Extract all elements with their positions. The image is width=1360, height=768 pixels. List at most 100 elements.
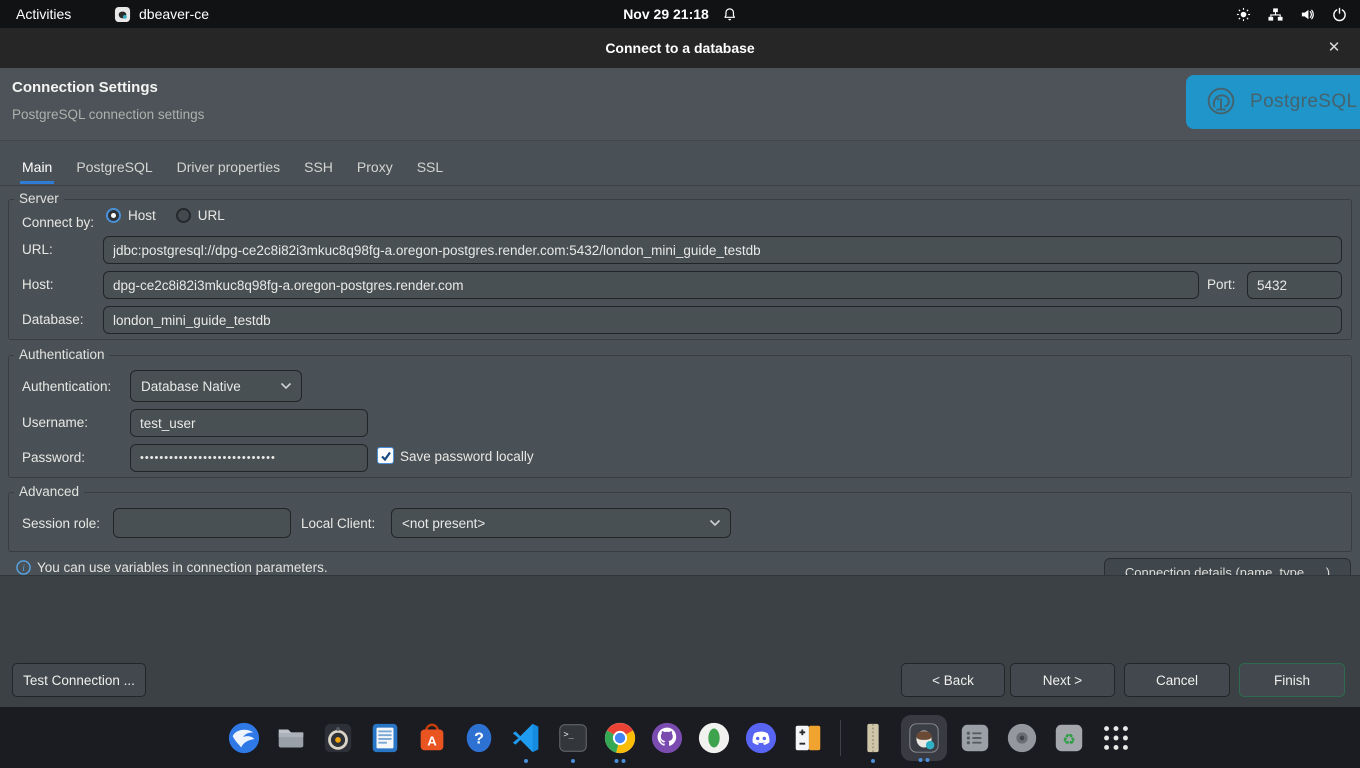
host-input[interactable] xyxy=(103,271,1199,299)
postgresql-elephant-icon xyxy=(1202,83,1240,121)
tab-proxy[interactable]: Proxy xyxy=(355,159,395,184)
port-input[interactable] xyxy=(1247,271,1342,299)
clock-label: Nov 29 21:18 xyxy=(623,6,709,22)
clock-button[interactable]: Nov 29 21:18 xyxy=(623,0,737,28)
authentication-group-label: Authentication xyxy=(14,347,110,362)
bell-icon xyxy=(722,7,737,22)
database-label: Database: xyxy=(22,312,84,327)
connection-details-button[interactable]: Connection details (name, type, ... ) xyxy=(1104,558,1351,575)
port-label: Port: xyxy=(1207,277,1236,292)
server-group-label: Server xyxy=(14,191,64,206)
dialog-button-bar: Test Connection ... < Back Next > Cancel… xyxy=(0,575,1360,707)
postgresql-logo: PostgreSQL xyxy=(1186,75,1360,129)
radio-url-label: URL xyxy=(198,208,225,223)
dock-icon-recycle-app[interactable]: ♻ xyxy=(1050,719,1088,757)
tab-main[interactable]: Main xyxy=(20,159,54,184)
chevron-down-icon xyxy=(709,519,721,527)
svg-text:A: A xyxy=(427,733,437,748)
volume-icon xyxy=(1300,7,1315,22)
app-menu-label: dbeaver-ce xyxy=(139,6,209,22)
brightness-icon xyxy=(1236,7,1251,22)
svg-text:♻: ♻ xyxy=(1062,731,1076,748)
radio-host[interactable] xyxy=(106,208,121,223)
tab-bar: Main PostgreSQL Driver properties SSH Pr… xyxy=(0,141,1360,186)
dock-separator xyxy=(840,720,841,756)
authentication-select-value: Database Native xyxy=(141,379,241,394)
radio-host-label: Host xyxy=(128,208,156,223)
back-button[interactable]: < Back xyxy=(901,663,1005,697)
username-input[interactable] xyxy=(130,409,368,437)
activities-button[interactable]: Activities xyxy=(16,0,71,28)
tab-postgresql[interactable]: PostgreSQL xyxy=(74,159,154,184)
dock-icon-list-app[interactable] xyxy=(956,719,994,757)
local-client-select-value: <not present> xyxy=(402,516,485,531)
username-label: Username: xyxy=(22,415,88,430)
dialog-titlebar: Connect to a database ✕ xyxy=(0,28,1360,68)
local-client-select[interactable]: <not present> xyxy=(391,508,731,538)
authentication-label: Authentication: xyxy=(22,379,111,394)
next-button[interactable]: Next > xyxy=(1010,663,1115,697)
dock-icon-vscode[interactable] xyxy=(507,719,545,757)
tab-ssh[interactable]: SSH xyxy=(302,159,335,184)
cancel-button[interactable]: Cancel xyxy=(1124,663,1230,697)
close-button[interactable]: ✕ xyxy=(1320,28,1348,68)
variables-hint-text: You can use variables in connection para… xyxy=(37,560,328,575)
password-input[interactable] xyxy=(130,444,368,472)
app-grid-button[interactable] xyxy=(1097,719,1135,757)
wizard-header: Connection Settings PostgreSQL connectio… xyxy=(0,68,1360,141)
check-icon xyxy=(380,450,392,462)
page-subtitle: PostgreSQL connection settings xyxy=(12,107,204,122)
save-password-checkbox[interactable] xyxy=(377,447,394,464)
dock-icon-github-desktop[interactable] xyxy=(648,719,686,757)
system-status-area[interactable] xyxy=(1236,0,1347,28)
finish-button[interactable]: Finish xyxy=(1239,663,1345,697)
screen: Activities dbeaver-ce Nov 29 21:18 Conne… xyxy=(0,0,1360,768)
session-role-label: Session role: xyxy=(22,516,100,531)
variables-hint: i You can use variables in connection pa… xyxy=(16,560,328,575)
page-title: Connection Settings xyxy=(12,79,158,96)
host-label: Host: xyxy=(22,277,54,292)
test-connection-button[interactable]: Test Connection ... xyxy=(12,663,146,697)
dock-icon-dbeaver[interactable] xyxy=(901,715,947,761)
app-menu[interactable]: dbeaver-ce xyxy=(114,0,209,28)
dialog-title: Connect to a database xyxy=(0,28,1360,68)
dock-icon-terminal[interactable]: >_ xyxy=(554,719,592,757)
network-icon xyxy=(1268,7,1283,22)
dock-icon-package-app[interactable] xyxy=(854,719,892,757)
svg-text:?: ? xyxy=(474,729,484,747)
dock-icon-thunderbird[interactable] xyxy=(225,719,263,757)
local-client-label: Local Client: xyxy=(301,516,375,531)
info-icon: i xyxy=(16,560,31,575)
gnome-top-bar: Activities dbeaver-ce Nov 29 21:18 xyxy=(0,0,1360,28)
power-icon xyxy=(1332,7,1347,22)
ubuntu-dock: A ? >_ xyxy=(0,707,1360,768)
dock-icon-disc-app[interactable] xyxy=(1003,719,1041,757)
save-password-label: Save password locally xyxy=(400,449,534,464)
tab-ssl[interactable]: SSL xyxy=(415,159,445,184)
chevron-down-icon xyxy=(280,382,292,390)
dock-icon-discord[interactable] xyxy=(742,719,780,757)
url-input[interactable] xyxy=(103,236,1342,264)
dock-icon-libreoffice-writer[interactable] xyxy=(366,719,404,757)
radio-url[interactable] xyxy=(176,208,191,223)
dock-icon-files[interactable] xyxy=(272,719,310,757)
dock-icon-green-app[interactable] xyxy=(695,719,733,757)
dbeaver-app-icon xyxy=(114,6,131,23)
database-input[interactable] xyxy=(103,306,1342,334)
url-label: URL: xyxy=(22,242,53,257)
authentication-select[interactable]: Database Native xyxy=(130,370,302,402)
password-label: Password: xyxy=(22,450,85,465)
tab-driver-properties[interactable]: Driver properties xyxy=(175,159,282,184)
connect-by-label: Connect by: xyxy=(22,215,94,230)
advanced-group-label: Advanced xyxy=(14,484,84,499)
svg-text:>_: >_ xyxy=(564,730,575,740)
settings-content: Server Connect by: Host URL URL: Host: P… xyxy=(0,186,1360,575)
dock-icon-rhythmbox[interactable] xyxy=(319,719,357,757)
dock-icon-ubuntu-software[interactable]: A xyxy=(413,719,451,757)
svg-text:i: i xyxy=(22,564,25,574)
connect-by-radios: Host URL xyxy=(106,208,225,223)
dock-icon-chrome[interactable] xyxy=(601,719,639,757)
dock-icon-help[interactable]: ? xyxy=(460,719,498,757)
session-role-input[interactable] xyxy=(113,508,291,538)
dock-icon-panel-app[interactable] xyxy=(789,719,827,757)
